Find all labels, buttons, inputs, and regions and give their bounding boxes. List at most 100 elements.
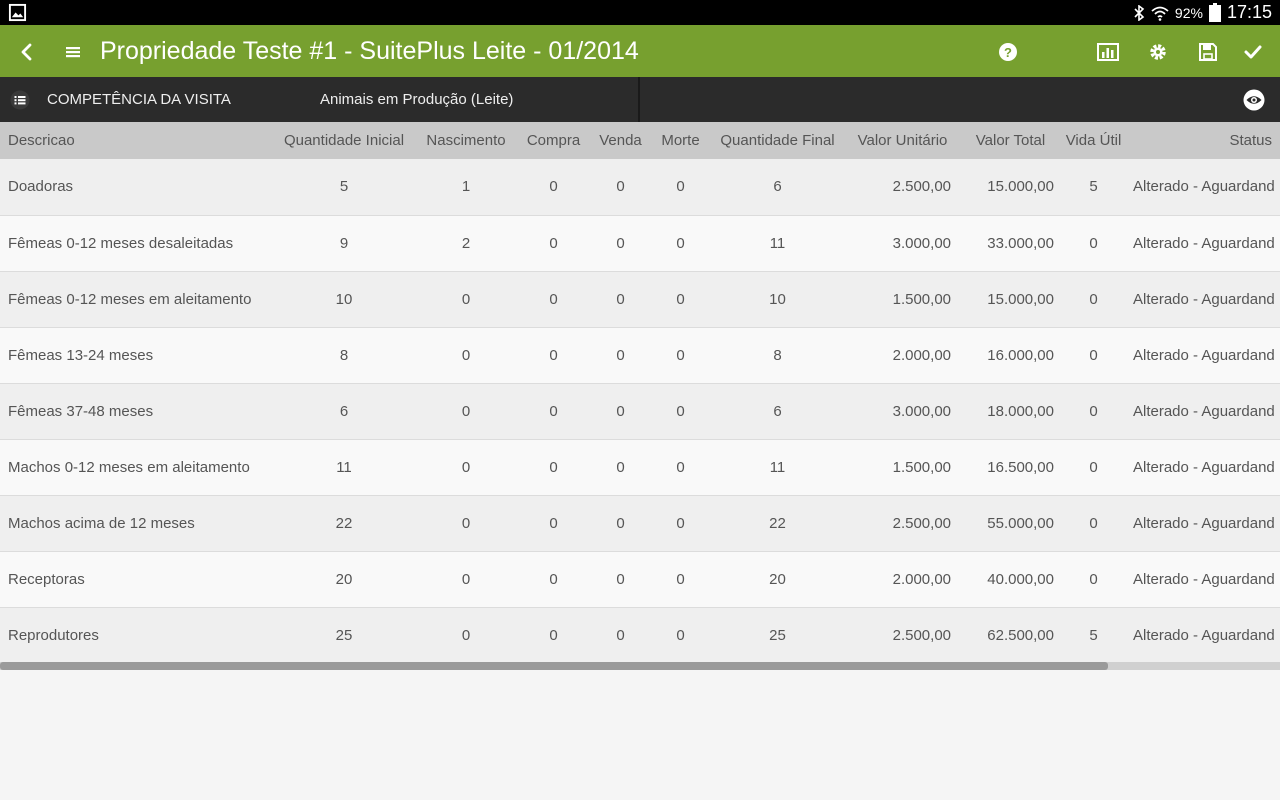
cell-valor-unitario: 1.500,00 [892,290,951,308]
category-selector[interactable]: Animais em Produção (Leite) [320,91,513,108]
table-row[interactable]: Fêmeas 0-12 meses desaleitadas 9 2 0 0 0 11 3.0… [0,215,1280,271]
cell-morte: 0 [676,178,685,196]
cell-vida-util: 0 [1089,346,1098,364]
confirm-button[interactable] [1240,39,1266,65]
cell-valor-unitario: 1.500,00 [892,458,951,476]
cell-compra: 0 [549,458,558,476]
cell-vida-util: 0 [1089,514,1098,532]
table-row[interactable]: Fêmeas 0-12 meses em aleitamento 10 0 0 0 0 10… [0,271,1280,327]
table-row[interactable]: Reprodutores 25 0 0 0 0 25 2.500,00 62.500,00 5 Al… [0,607,1280,663]
table-row[interactable]: Machos acima de 12 meses 22 0 0 0 0 22 2.500,00… [0,495,1280,551]
battery-icon [1208,3,1221,22]
settings-button[interactable] [1145,39,1171,65]
cell-nascimento: 0 [461,514,471,532]
cell-quantidade-inicial: 8 [339,346,349,364]
cell-status: Alterado - Aguardand [1133,514,1275,532]
header-compra[interactable]: Compra [518,122,589,159]
cell-quantidade-final: 25 [769,626,786,644]
cell-valor-total: 16.500,00 [987,458,1054,476]
cell-morte: 0 [676,514,685,532]
cell-quantidade-final: 11 [769,234,786,252]
cell-nascimento: 0 [461,458,471,476]
cell-vida-util: 5 [1089,178,1098,196]
header-nascimento[interactable]: Nascimento [414,122,518,159]
cell-venda: 0 [616,234,625,252]
cell-venda: 0 [616,346,625,364]
cell-compra: 0 [549,346,558,364]
cell-quantidade-final: 6 [773,178,782,196]
cell-quantidade-inicial: 5 [339,178,349,196]
cell-valor-total: 40.000,00 [987,570,1054,588]
cell-nascimento: 0 [461,570,471,588]
header-quantidade-inicial[interactable]: Quantidade Inicial [274,122,414,159]
cell-nascimento: 0 [461,346,471,364]
cell-compra: 0 [549,290,558,308]
cell-vida-util: 5 [1089,626,1098,644]
cell-status: Alterado - Aguardand [1133,234,1275,252]
cell-status: Alterado - Aguardand [1133,458,1275,476]
clock: 17:15 [1226,2,1272,22]
cell-vida-util: 0 [1089,290,1098,308]
header-status[interactable]: Status [1125,122,1280,159]
table-row[interactable]: Fêmeas 37-48 meses 6 0 0 0 0 6 3.000,00 18.000,0… [0,383,1280,439]
header-morte[interactable]: Morte [652,122,709,159]
cell-quantidade-final: 22 [769,514,786,532]
table-row[interactable]: Receptoras 20 0 0 0 0 20 2.000,00 40.000,00 0 Alte… [0,551,1280,607]
horizontal-scrollbar[interactable] [0,662,1280,670]
header-valor-unitario[interactable]: Valor Unitário [846,122,959,159]
cell-valor-unitario: 3.000,00 [892,402,951,420]
table-row[interactable]: Fêmeas 13-24 meses 8 0 0 0 0 8 2.000,00 16.000,0… [0,327,1280,383]
cell-quantidade-final: 11 [769,458,786,476]
gear-icon [1150,44,1166,60]
header-vida-util[interactable]: Vida Útil [1062,122,1125,159]
cell-compra: 0 [549,570,558,588]
scrollbar-thumb[interactable] [0,662,1109,670]
section-label[interactable]: COMPETÊNCIA DA VISITA [47,91,231,108]
cell-status: Alterado - Aguardand [1133,290,1275,308]
wifi-icon [1151,6,1169,21]
cell-quantidade-inicial: 22 [335,514,353,532]
table-row[interactable]: Machos 0-12 meses em aleitamento 11 0 0 0 0 11… [0,439,1280,495]
cell-valor-unitario: 3.000,00 [892,234,951,252]
report-button[interactable] [1095,39,1121,65]
cell-quantidade-final: 10 [769,290,786,308]
cell-quantidade-inicial: 10 [335,290,353,308]
back-arrow-icon[interactable] [14,39,40,65]
cell-valor-total: 55.000,00 [987,514,1054,532]
save-disk-icon [1199,43,1217,61]
cell-compra: 0 [549,514,558,532]
cell-descricao: Fêmeas 0-12 meses em aleitamento [8,290,252,308]
cell-valor-total: 33.000,00 [987,234,1054,252]
table-row[interactable]: Doadoras 5 1 0 0 0 6 2.500,00 15.000,00 5 Alterado… [0,159,1280,215]
cell-morte: 0 [676,458,685,476]
cell-status: Alterado - Aguardand [1133,570,1275,588]
cell-vida-util: 0 [1089,458,1098,476]
cell-vida-util: 0 [1089,570,1098,588]
cell-venda: 0 [616,514,625,532]
cell-descricao: Fêmeas 13-24 meses [8,346,154,364]
header-descricao[interactable]: Descricao [0,122,274,159]
cell-status: Alterado - Aguardand [1133,402,1275,420]
header-venda[interactable]: Venda [589,122,652,159]
help-button[interactable]: ? [995,39,1021,65]
list-icon[interactable] [10,90,30,110]
cell-quantidade-final: 20 [769,570,786,588]
cell-morte: 0 [676,626,685,644]
category-bar: COMPETÊNCIA DA VISITA Animais em Produçã… [0,77,1280,122]
page-title: Propriedade Teste #1 - SuitePlus Leite -… [100,37,639,65]
cell-valor-total: 62.500,00 [987,626,1054,644]
cell-status: Alterado - Aguardand [1133,178,1275,196]
cell-descricao: Reprodutores [8,626,99,644]
save-button[interactable] [1195,39,1221,65]
cell-valor-unitario: 2.500,00 [892,626,951,644]
cell-descricao: Doadoras [8,178,74,196]
table-header-row: Descricao Quantidade Inicial Nascimento … [0,122,1280,159]
header-valor-total[interactable]: Valor Total [959,122,1062,159]
eye-icon[interactable] [1243,89,1265,111]
hamburger-menu-icon[interactable] [60,39,86,65]
cell-valor-total: 15.000,00 [987,178,1054,196]
checkmark-icon [1244,45,1262,59]
header-quantidade-final[interactable]: Quantidade Final [709,122,846,159]
cell-quantidade-inicial: 9 [339,234,349,252]
cell-compra: 0 [549,402,558,420]
